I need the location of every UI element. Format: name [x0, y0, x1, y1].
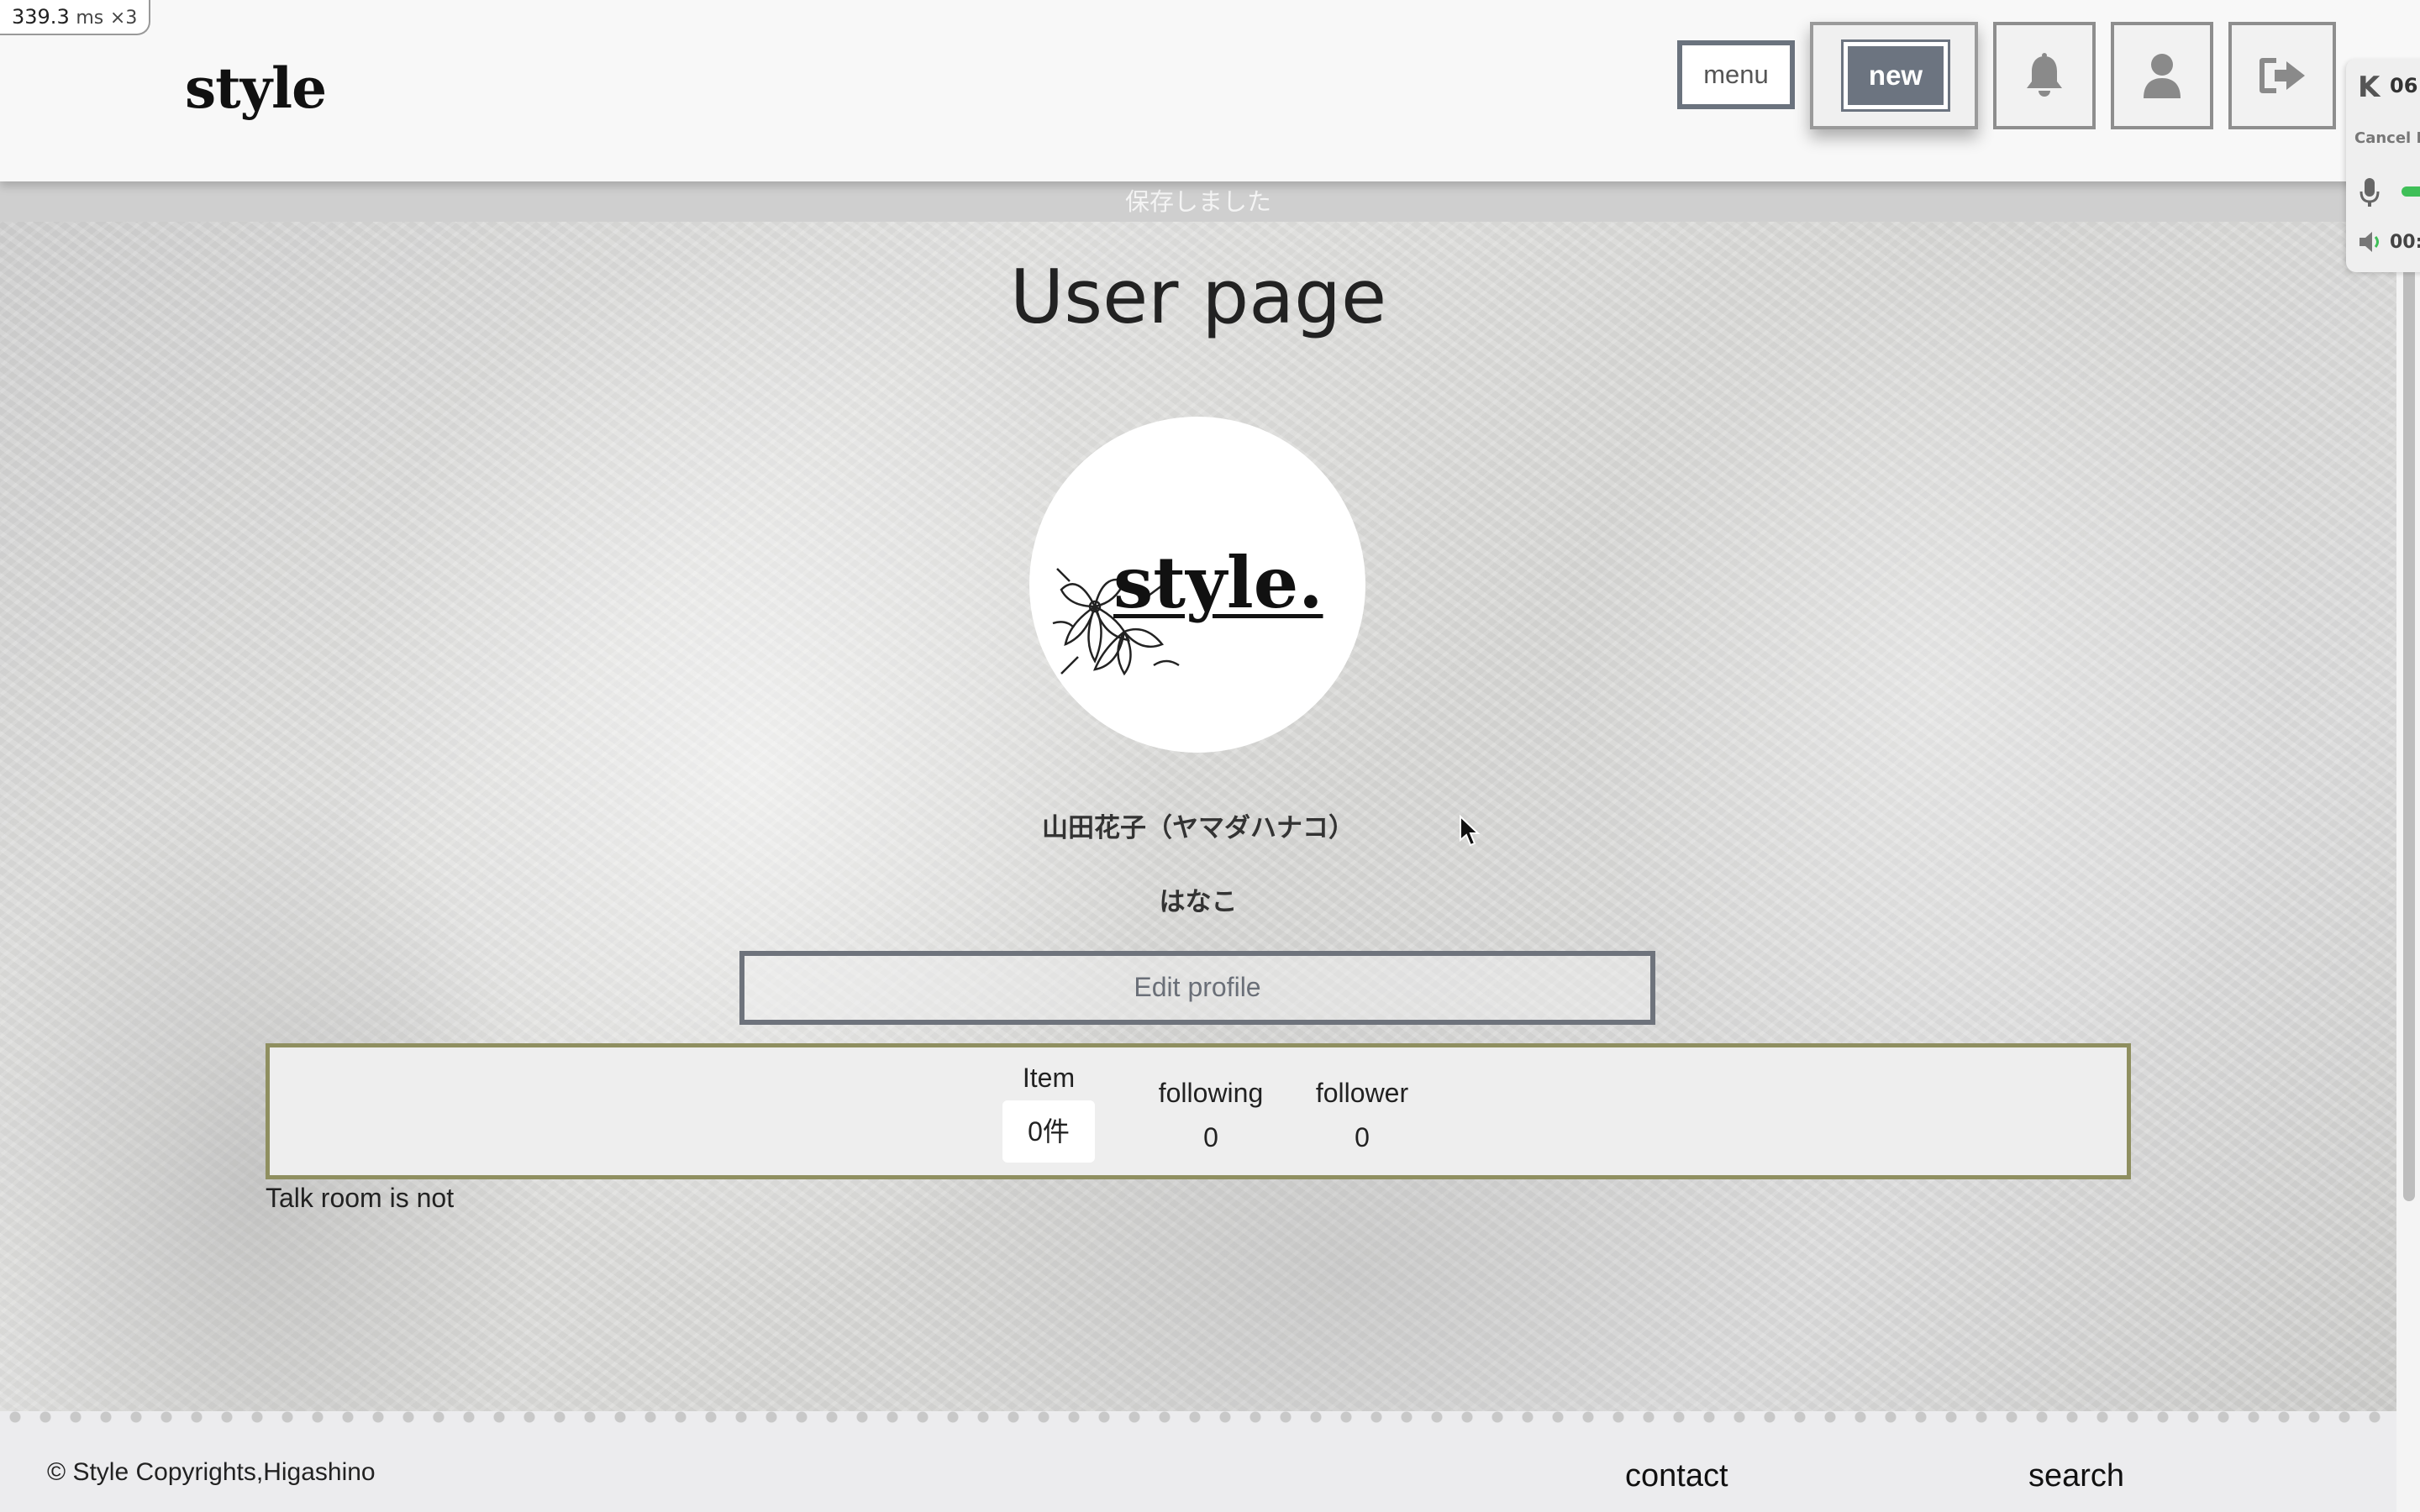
sign-out-icon — [2260, 58, 2305, 93]
avatar-logo-text: style. — [1113, 541, 1323, 624]
stat-following[interactable]: following 0 — [1135, 1078, 1286, 1153]
stat-following-value: 0 — [1203, 1122, 1218, 1152]
profile-button[interactable] — [2111, 22, 2213, 129]
notifications-button[interactable] — [1993, 22, 2096, 129]
mic-level-bar — [2402, 186, 2420, 197]
speaker-time: 00: — [2390, 232, 2420, 253]
stat-item-label: Item — [1022, 1063, 1076, 1093]
stat-follower-label: follower — [1315, 1078, 1409, 1108]
stat-follower-value: 0 — [1355, 1122, 1370, 1152]
talk-room-status: Talk room is not — [266, 1183, 455, 1213]
stats-panel: Item 0件 following 0 follower 0 — [266, 1043, 2131, 1179]
top-navbar: style menu new — [0, 0, 2420, 181]
menu-button[interactable]: menu — [1677, 40, 1795, 109]
recorder-overlay-panel: K 06: Cancel I 00: — [2346, 59, 2420, 272]
perf-multiplier: ×3 — [109, 8, 138, 29]
mouse-cursor-icon — [1460, 815, 1481, 847]
footer-dotted-divider — [0, 1411, 2396, 1423]
perf-unit: ms — [76, 8, 104, 29]
stat-item-value: 0件 — [1002, 1100, 1095, 1163]
bell-icon — [2027, 53, 2062, 97]
user-nickname: はなこ — [1159, 887, 1238, 917]
speaker-icon — [2360, 232, 2379, 252]
recorder-time: 06: — [2390, 74, 2420, 97]
recorder-cancel[interactable]: Cancel I — [2354, 129, 2420, 147]
footer: © Style Copyrights,Higashino contact sea… — [0, 1411, 2396, 1512]
scrollbar-thumb[interactable] — [2403, 227, 2415, 1201]
stat-following-label: following — [1158, 1078, 1264, 1108]
edit-profile-button[interactable]: Edit profile — [739, 951, 1655, 1025]
saved-toast: 保存しました — [0, 181, 2396, 222]
stat-item[interactable]: Item 0件 — [1002, 1063, 1095, 1163]
stat-follower[interactable]: follower 0 — [1295, 1078, 1429, 1153]
avatar: style. — [1029, 417, 1365, 753]
microphone-icon — [2360, 178, 2380, 207]
logout-button[interactable] — [2228, 22, 2336, 129]
footer-link-search[interactable]: search — [2028, 1458, 2124, 1494]
page-title: User page — [1009, 254, 1387, 340]
user-full-name: 山田花子（ヤマダハナコ） — [1042, 813, 1355, 843]
perf-value: 339.3 — [12, 5, 70, 29]
performance-badge: 339.3 ms ×3 — [0, 0, 151, 35]
footer-link-contact[interactable]: contact — [1625, 1458, 1728, 1494]
recorder-badge: K — [2358, 71, 2381, 104]
new-button[interactable]: new — [1844, 42, 1948, 109]
profile-section: 保存しました User page style. 山田花子（ヤマダハナコ） はなこ… — [0, 181, 2396, 1411]
site-logo[interactable]: style — [185, 55, 327, 121]
new-button-container: new — [1810, 22, 1978, 129]
user-icon — [2144, 54, 2181, 98]
footer-copyright: © Style Copyrights,Higashino — [47, 1458, 376, 1486]
